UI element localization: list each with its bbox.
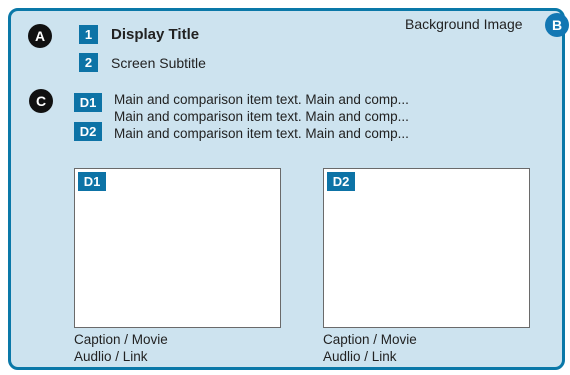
title-number-tag: 1	[79, 25, 98, 44]
caption-line: Caption / Movie	[74, 332, 168, 347]
item-tag-d2: D2	[74, 122, 102, 141]
caption-line: Audlio / Link	[323, 349, 397, 364]
marker-c: C	[29, 89, 53, 113]
subtitle-number-tag: 2	[79, 53, 98, 72]
screen-subtitle: Screen Subtitle	[111, 55, 206, 71]
media-caption-d1: Caption / Movie Audlio / Link	[74, 331, 168, 365]
background-image-label: Background Image	[405, 16, 523, 32]
caption-line: Audlio / Link	[74, 349, 148, 364]
item-tag-d1: D1	[74, 93, 102, 112]
item-text-line: Main and comparison item text. Main and …	[114, 109, 409, 124]
display-title: Display Title	[111, 26, 200, 43]
item-text-line: Main and comparison item text. Main and …	[114, 126, 409, 141]
item-text-line: Main and comparison item text. Main and …	[114, 92, 409, 107]
media-box-d2: D2	[323, 168, 530, 328]
caption-line: Caption / Movie	[323, 332, 417, 347]
marker-b: B	[545, 13, 569, 37]
media-box-d1: D1	[74, 168, 281, 328]
media-caption-d2: Caption / Movie Audlio / Link	[323, 331, 417, 365]
marker-a: A	[28, 24, 52, 48]
media-tag-d1: D1	[78, 172, 106, 191]
media-tag-d2: D2	[327, 172, 355, 191]
